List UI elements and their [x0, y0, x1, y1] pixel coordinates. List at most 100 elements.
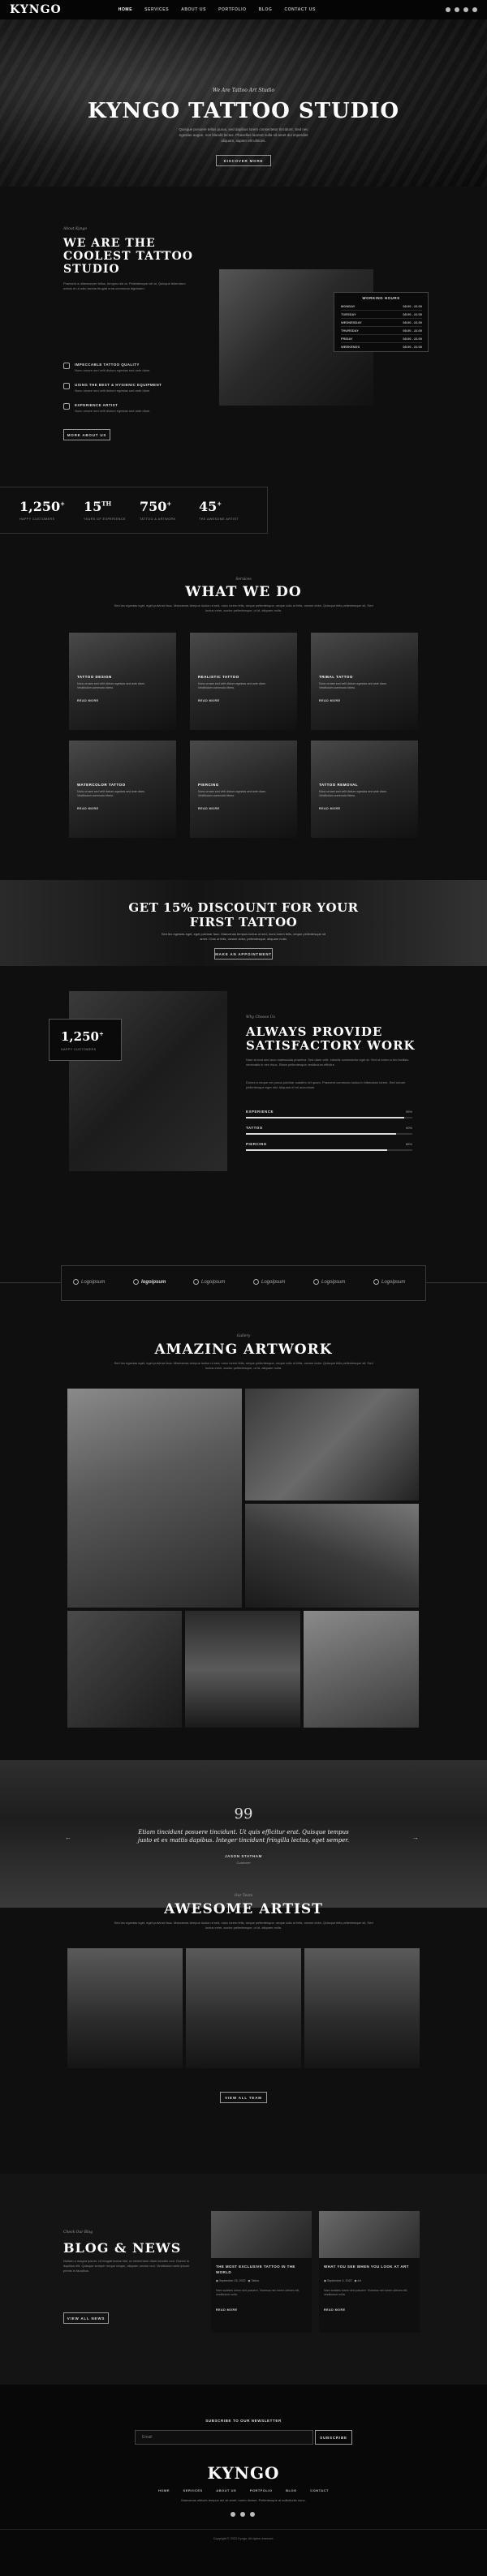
- read-more-link[interactable]: READ MORE: [319, 699, 340, 702]
- tattoo-machine-icon: [63, 363, 70, 369]
- read-more-link[interactable]: READ MORE: [319, 807, 340, 810]
- read-more-link[interactable]: READ MORE: [198, 699, 219, 702]
- about-title: WE ARE THE COOLEST TATTOO STUDIO: [63, 237, 193, 276]
- gallery-image[interactable]: [185, 1611, 300, 1728]
- blog-post-category[interactable]: Tattoo: [251, 2279, 259, 2282]
- hero-title: KYNGO TATTOO STUDIO: [87, 99, 400, 123]
- service-card[interactable]: TRIBAL TATTOO Nunc ornare sed velit dict…: [311, 633, 418, 730]
- gallery-image[interactable]: [67, 1389, 242, 1608]
- gallery-image[interactable]: [245, 1389, 419, 1501]
- menu-item-blog[interactable]: BLOG: [259, 7, 273, 12]
- instagram-icon[interactable]: [250, 2512, 255, 2517]
- stat-artworks: 750+ TATTOO & ARTWORK: [140, 499, 175, 521]
- service-card[interactable]: PIERCING Nunc ornare sed velit dictum eg…: [190, 741, 297, 838]
- view-all-team-button[interactable]: VIEW ALL TEAM: [220, 2092, 267, 2103]
- footer-logo[interactable]: KYNGO: [0, 2463, 487, 2483]
- footer-link-blog[interactable]: BLOG: [286, 2488, 297, 2492]
- hours-row: THURSDAY 08.00 - 22.00: [341, 327, 422, 335]
- partner-logo[interactable]: Logoipsum: [373, 1279, 405, 1285]
- view-all-news-button[interactable]: VIEW ALL NEWS: [63, 2312, 109, 2324]
- skill-value: 85%: [405, 1142, 412, 1146]
- blog-post-image[interactable]: [319, 2211, 420, 2258]
- partner-logo[interactable]: Logoipsum: [73, 1279, 105, 1285]
- customers-badge: 1,250+ HAPPY CUSTOMERS: [49, 1019, 122, 1061]
- blog-post-title[interactable]: THE MOST EXCLUSIVE TATTOO IN THE WORLD: [216, 2265, 307, 2275]
- skill-fill: [246, 1149, 388, 1151]
- read-more-link[interactable]: READ MORE: [216, 2308, 237, 2312]
- skill-bar-piercing: PIERCING 85%: [246, 1142, 412, 1151]
- service-card[interactable]: REALISTIC TATTOO Nunc ornare sed velit d…: [190, 633, 297, 730]
- feature-title: IMPECCABLE TATTOO QUALITY: [75, 363, 140, 367]
- discount-title-line-1: GET 15% DISCOUNT FOR YOUR: [128, 900, 359, 915]
- blog-post-excerpt: Nam sodales lorem sed posuere. Vivamus n…: [216, 2289, 300, 2296]
- hours-day: THURSDAY: [341, 328, 359, 333]
- footer-link-contact[interactable]: CONTACT: [310, 2488, 329, 2492]
- twitter-icon[interactable]: [240, 2512, 245, 2517]
- blog-post-card[interactable]: WHAT YOU SEE WHEN YOU LOOK AT ART ◼ Sept…: [319, 2211, 420, 2333]
- footer-link-services[interactable]: SERVICES: [183, 2488, 203, 2492]
- blog-post-card[interactable]: THE MOST EXCLUSIVE TATTOO IN THE WORLD ◼…: [211, 2211, 312, 2333]
- skill-value: 95%: [405, 1110, 412, 1114]
- logo-mark-icon: [373, 1279, 379, 1285]
- partner-logo[interactable]: logoipsum: [133, 1279, 166, 1285]
- partner-logo[interactable]: Logoipsum: [253, 1279, 285, 1285]
- prev-arrow-icon[interactable]: ←: [65, 1834, 71, 1841]
- subscribe-button[interactable]: SUBSCRIBE: [315, 2430, 352, 2445]
- instagram-icon[interactable]: [463, 7, 468, 12]
- menu-item-contact[interactable]: CONTACT US: [284, 7, 315, 12]
- menu-item-home[interactable]: HOME: [119, 7, 132, 12]
- service-card[interactable]: TATTOO DESIGN Nunc ornare sed velit dict…: [69, 633, 176, 730]
- footer-link-about[interactable]: ABOUT US: [216, 2488, 236, 2492]
- menu-item-about[interactable]: ABOUT US: [181, 7, 206, 12]
- blog-post-category[interactable]: Art: [357, 2279, 361, 2282]
- stat-label: YEARS OF EXPERIENCE: [84, 517, 126, 521]
- discount-banner: GET 15% DISCOUNT FOR YOUR FIRST TATTOO S…: [0, 880, 487, 966]
- logos-divider-left: [0, 1282, 61, 1283]
- blog-post-image[interactable]: [211, 2211, 312, 2258]
- read-more-link[interactable]: READ MORE: [324, 2308, 345, 2312]
- nav-logo[interactable]: KYNGO: [10, 3, 62, 16]
- footer-link-portfolio[interactable]: PORTFOLIO: [250, 2488, 273, 2492]
- skill-label: TATTOO: [246, 1126, 263, 1130]
- artists-description: Sed leo egestas eget, eget pulvinar fauc…: [114, 1921, 373, 1930]
- artist-card[interactable]: [304, 1948, 420, 2068]
- gallery-image[interactable]: [67, 1611, 182, 1728]
- gallery-image[interactable]: [304, 1611, 419, 1728]
- facebook-icon[interactable]: [446, 7, 450, 12]
- read-more-link[interactable]: READ MORE: [77, 807, 98, 810]
- footer-description: Maecenas ultrices tempus dui sit amet, l…: [181, 2498, 306, 2502]
- hours-time: 08.00 - 22.00: [403, 312, 422, 316]
- discount-title-line-2: FIRST TATTOO: [189, 915, 298, 930]
- gallery-image[interactable]: [245, 1504, 419, 1608]
- service-card[interactable]: TATTOO REMOVAL Nunc ornare sed velit dic…: [311, 741, 418, 838]
- blog-title: BLOG & NEWS: [63, 2240, 182, 2256]
- menu-item-portfolio[interactable]: PORTFOLIO: [218, 7, 247, 12]
- footer-link-home[interactable]: HOME: [158, 2488, 170, 2492]
- youtube-icon[interactable]: [472, 7, 477, 12]
- partner-logo[interactable]: Logoipsum: [313, 1279, 345, 1285]
- stat-suffix: +: [60, 500, 65, 508]
- read-more-link[interactable]: READ MORE: [77, 699, 98, 702]
- gallery-title: AMAZING ARTWORK: [154, 1342, 333, 1358]
- newsletter-email-input[interactable]: [135, 2430, 313, 2445]
- menu-item-services[interactable]: SERVICES: [144, 7, 169, 12]
- stat-label: THE AWESOME ARTIST: [199, 517, 239, 521]
- partner-logo-text: logoipsum: [141, 1279, 166, 1285]
- skill-value: 90%: [405, 1126, 412, 1130]
- artists-tag: Our Team: [234, 1894, 253, 1898]
- twitter-icon[interactable]: [455, 7, 459, 12]
- make-appointment-button[interactable]: MAKE AN APPOINTMENT: [214, 948, 273, 960]
- about-description: Praesent a ullamcorper tellus, tempus ni…: [63, 281, 186, 290]
- partner-logo[interactable]: Logoipsum: [193, 1279, 225, 1285]
- discover-more-button[interactable]: DISCOVER MORE: [216, 155, 271, 166]
- artist-card[interactable]: [186, 1948, 301, 2068]
- artist-card[interactable]: [67, 1948, 183, 2068]
- hours-day: FRIDAY: [341, 337, 353, 341]
- service-card[interactable]: WATERCOLOR TATTOO Nunc ornare sed velit …: [69, 741, 176, 838]
- more-about-us-button[interactable]: MORE ABOUT US: [63, 429, 110, 440]
- blog-post-title[interactable]: WHAT YOU SEE WHEN YOU LOOK AT ART: [324, 2265, 415, 2270]
- read-more-link[interactable]: READ MORE: [198, 807, 219, 810]
- stat-number: 750: [140, 499, 167, 514]
- facebook-icon[interactable]: [231, 2512, 235, 2517]
- next-arrow-icon[interactable]: →: [412, 1834, 419, 1841]
